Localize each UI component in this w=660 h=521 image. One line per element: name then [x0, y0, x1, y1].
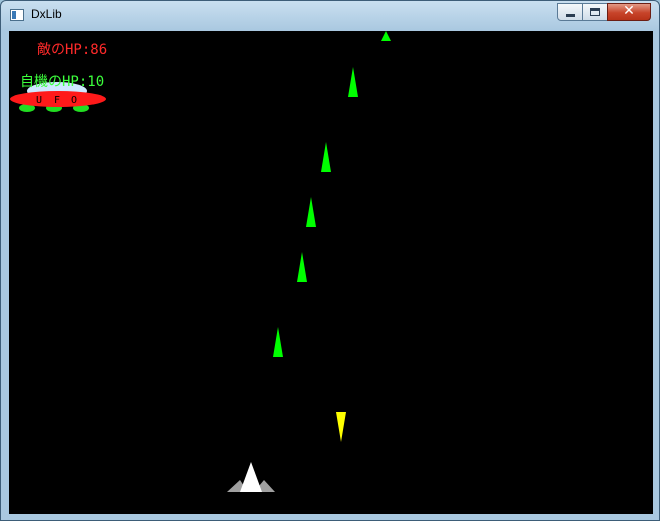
player-bullet: [348, 67, 358, 97]
close-icon: ✕: [623, 3, 635, 19]
player-bullet: [273, 327, 283, 357]
minimize-icon: [566, 14, 575, 17]
enemy-bullet: [336, 412, 346, 442]
ufo-letter: U: [36, 95, 42, 106]
player-bullet: [306, 197, 316, 227]
player-bullet: [297, 252, 307, 282]
game-window: DxLib ✕ U F O 敵のHP:86 自機のHP:10: [0, 0, 660, 521]
maximize-icon: [590, 8, 600, 16]
player-ship: [227, 462, 275, 492]
maximize-button[interactable]: [582, 3, 608, 21]
close-button[interactable]: ✕: [607, 3, 651, 21]
player-bullet: [321, 142, 331, 172]
app-window-icon[interactable]: [10, 9, 24, 21]
player-bullet: [381, 31, 391, 41]
player-hp-label: 自機のHP:10: [20, 74, 105, 90]
minimize-button[interactable]: [557, 3, 583, 21]
ship-body: [240, 462, 262, 492]
enemy-hp-label: 敵のHP:86: [37, 42, 108, 58]
window-title: DxLib: [31, 7, 62, 21]
title-bar[interactable]: DxLib ✕: [1, 1, 659, 31]
ufo-letter: O: [71, 95, 77, 106]
ufo-letter: F: [54, 95, 60, 106]
game-canvas[interactable]: U F O 敵のHP:86 自機のHP:10: [9, 31, 653, 514]
game-scene: U F O: [10, 31, 391, 492]
